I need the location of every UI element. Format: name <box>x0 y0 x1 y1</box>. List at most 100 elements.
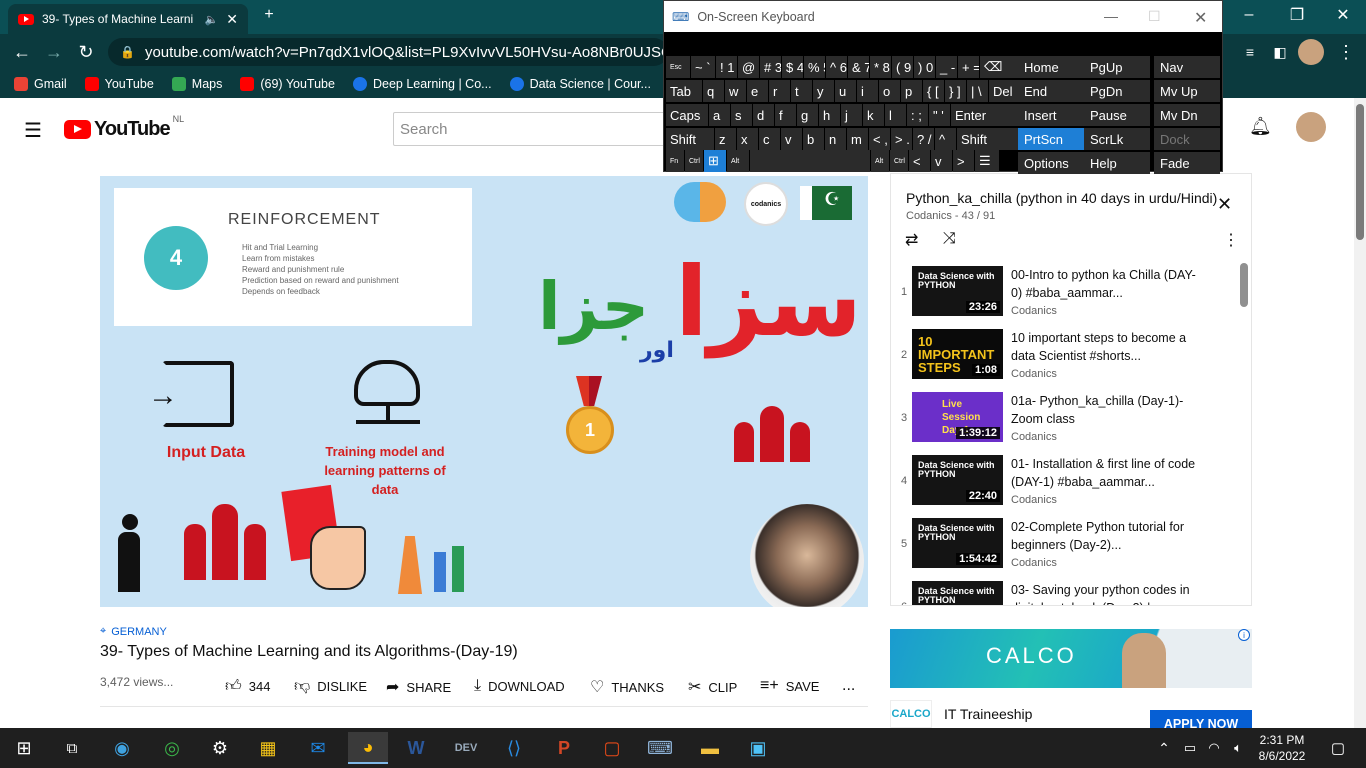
osk-key[interactable]: & 7 <box>848 56 869 78</box>
osk-nav-key[interactable]: Pause <box>1084 104 1150 126</box>
side-panel-icon[interactable]: ◧ <box>1268 40 1292 64</box>
dev-icon[interactable]: DEV <box>446 732 486 764</box>
profile-avatar[interactable] <box>1298 39 1324 65</box>
edge-icon[interactable]: ◉ <box>102 732 142 764</box>
task-view-icon[interactable]: ⧉ <box>52 732 92 764</box>
osk-minimize-button[interactable]: — <box>1104 8 1118 24</box>
video-thumbnail[interactable]: 10 IMPORTANT STEPS 1:08 <box>912 329 1003 379</box>
system-clock[interactable]: 2:31 PM 8/6/2022 <box>1252 732 1312 764</box>
hamburger-menu-icon[interactable]: ☰ <box>24 118 42 143</box>
osk-key[interactable]: < <box>909 150 930 172</box>
osk-key[interactable]: b <box>803 128 824 150</box>
osk-key[interactable]: p <box>901 80 922 102</box>
dislike-button[interactable]: 👎︎ DISLIKE <box>294 677 367 696</box>
page-scrollbar-thumb[interactable] <box>1356 104 1364 240</box>
osk-nav-key[interactable]: Dock <box>1154 128 1220 150</box>
osk-key[interactable]: ~ ` <box>691 56 715 78</box>
bookmark-deep-learning[interactable]: Deep Learning | Co... <box>352 77 492 91</box>
osk-key[interactable]: _ - <box>936 56 957 78</box>
bookmark-gmail[interactable]: Gmail <box>14 77 67 91</box>
osk-key[interactable]: a <box>709 104 730 126</box>
osk-maximize-button[interactable]: ☐ <box>1148 8 1161 25</box>
playlist-item-title[interactable]: 01- Installation & first line of code (D… <box>1011 455 1196 491</box>
green-app-icon[interactable]: ◎ <box>152 732 192 764</box>
osk-key[interactable]: Del <box>989 80 1018 102</box>
osk-nav-key[interactable]: Nav <box>1154 56 1220 78</box>
playlist-item-title[interactable]: 00-Intro to python ka Chilla (DAY-0) #ba… <box>1011 266 1196 302</box>
keyboard-app-icon[interactable]: ⌨ <box>640 732 680 764</box>
playlist-item-title[interactable]: 01a- Python_ka_chilla (Day-1)- Zoom clas… <box>1011 392 1196 428</box>
ad-headline[interactable]: IT Traineeship <box>944 706 1032 722</box>
photos-icon[interactable]: ▣ <box>738 732 778 764</box>
osk-key[interactable]: m <box>847 128 868 150</box>
osk-key[interactable]: h <box>819 104 840 126</box>
osk-key[interactable]: > <box>953 150 974 172</box>
osk-nav-key[interactable]: End <box>1018 80 1084 102</box>
osk-key[interactable]: ☰ <box>975 150 999 172</box>
video-location[interactable]: ⌖ GERMANY <box>100 625 167 638</box>
osk-nav-key[interactable]: Fade <box>1154 152 1220 174</box>
osk-key[interactable]: # 3 <box>760 56 781 78</box>
start-windows-icon[interactable]: ⊞ <box>4 732 44 764</box>
osk-key[interactable]: < , <box>869 128 890 150</box>
window-close-button[interactable]: ✕ <box>1320 0 1366 30</box>
osk-key[interactable]: z <box>715 128 736 150</box>
mail-icon[interactable]: ✉ <box>298 732 338 764</box>
video-thumbnail[interactable]: Data Science with PYTHON <box>912 581 1003 605</box>
osk-key[interactable]: Shift <box>666 128 714 150</box>
bookmark-youtube[interactable]: YouTube <box>84 77 154 91</box>
osk-key[interactable]: { [ <box>923 80 944 102</box>
osk-key[interactable]: ^ <box>935 128 956 150</box>
playlist-item[interactable]: 2 10 IMPORTANT STEPS 1:08 10 important st… <box>891 326 1251 389</box>
osk-key[interactable]: Tab <box>666 80 702 102</box>
media-queue-icon[interactable]: ≡ <box>1238 40 1262 64</box>
osk-key[interactable]: @ 2 <box>738 56 759 78</box>
playlist-item[interactable]: 3 Live Session Day-11:39:12 01a- Python_… <box>891 389 1251 452</box>
osk-key[interactable]: q <box>703 80 724 102</box>
osk-nav-key[interactable]: Mv Up <box>1154 80 1220 102</box>
speaker-icon[interactable]: 🔈 <box>205 13 219 26</box>
playlist-item-title[interactable]: 10 important steps to become a data Scie… <box>1011 329 1196 365</box>
osk-key[interactable]: | \ <box>967 80 988 102</box>
osk-nav-key[interactable]: PgDn <box>1084 80 1150 102</box>
osk-key[interactable]: } ] <box>945 80 966 102</box>
playlist-menu-icon[interactable]: ⋮ <box>1223 230 1239 250</box>
osk-key[interactable]: f <box>775 104 796 126</box>
playlist-title[interactable]: Python_ka_chilla (python in 40 days in u… <box>906 190 1217 206</box>
new-tab-button[interactable]: + <box>252 0 286 30</box>
playlist-item[interactable]: 6 Data Science with PYTHON 03- Saving yo… <box>891 578 1251 605</box>
osk-nav-key[interactable]: ScrLk <box>1084 128 1150 150</box>
osk-key[interactable]: w <box>725 80 746 102</box>
osk-key[interactable]: $ 4 <box>782 56 803 78</box>
osk-key[interactable]: y <box>813 80 834 102</box>
battery-icon[interactable]: ▭ <box>1178 732 1202 764</box>
video-player[interactable]: 4 REINFORCEMENT Hit and Trial Learning L… <box>100 176 868 607</box>
osk-key[interactable]: Ctrl <box>685 150 703 172</box>
like-button[interactable]: 👍︎ 344 <box>225 677 270 696</box>
word-icon[interactable]: W <box>396 732 436 764</box>
shuffle-icon[interactable]: ⤨ <box>943 230 956 248</box>
osk-nav-key[interactable]: Insert <box>1018 104 1084 126</box>
osk-key[interactable]: o <box>879 80 900 102</box>
loop-icon[interactable]: ⇄ <box>905 230 918 250</box>
ad-banner[interactable]: CALCO <box>890 629 1252 688</box>
settings-gear-icon[interactable]: ⚙ <box>200 732 240 764</box>
youtube-logo[interactable]: YouTube NL <box>64 114 184 141</box>
tray-chevron-icon[interactable]: ⌃ <box>1152 732 1176 764</box>
osk-key[interactable]: * 8 <box>870 56 891 78</box>
url-omnibox[interactable]: 🔒 youtube.com/watch?v=Pn7qdX1vlOQ&list=P… <box>108 38 668 66</box>
reload-icon[interactable]: ↻ <box>74 40 98 64</box>
playlist-scrollbar[interactable] <box>1240 263 1248 307</box>
powerpoint-icon[interactable]: P <box>544 732 584 764</box>
playlist-channel-position[interactable]: Codanics - 43 / 91 <box>906 210 995 222</box>
osk-nav-key[interactable]: PrtScn <box>1018 128 1084 150</box>
osk-nav-key[interactable]: PgUp <box>1084 56 1150 78</box>
osk-key[interactable]: v <box>931 150 952 172</box>
bookmark-maps[interactable]: Maps <box>171 77 222 91</box>
osk-nav-key[interactable]: Options <box>1018 152 1084 174</box>
wifi-icon[interactable]: ◠ <box>1202 732 1226 764</box>
close-icon[interactable]: ✕ <box>1217 194 1232 215</box>
osk-key[interactable] <box>750 150 870 172</box>
bookmark-data-science[interactable]: Data Science | Cour... <box>509 77 651 91</box>
osk-key[interactable]: Fn <box>666 150 684 172</box>
